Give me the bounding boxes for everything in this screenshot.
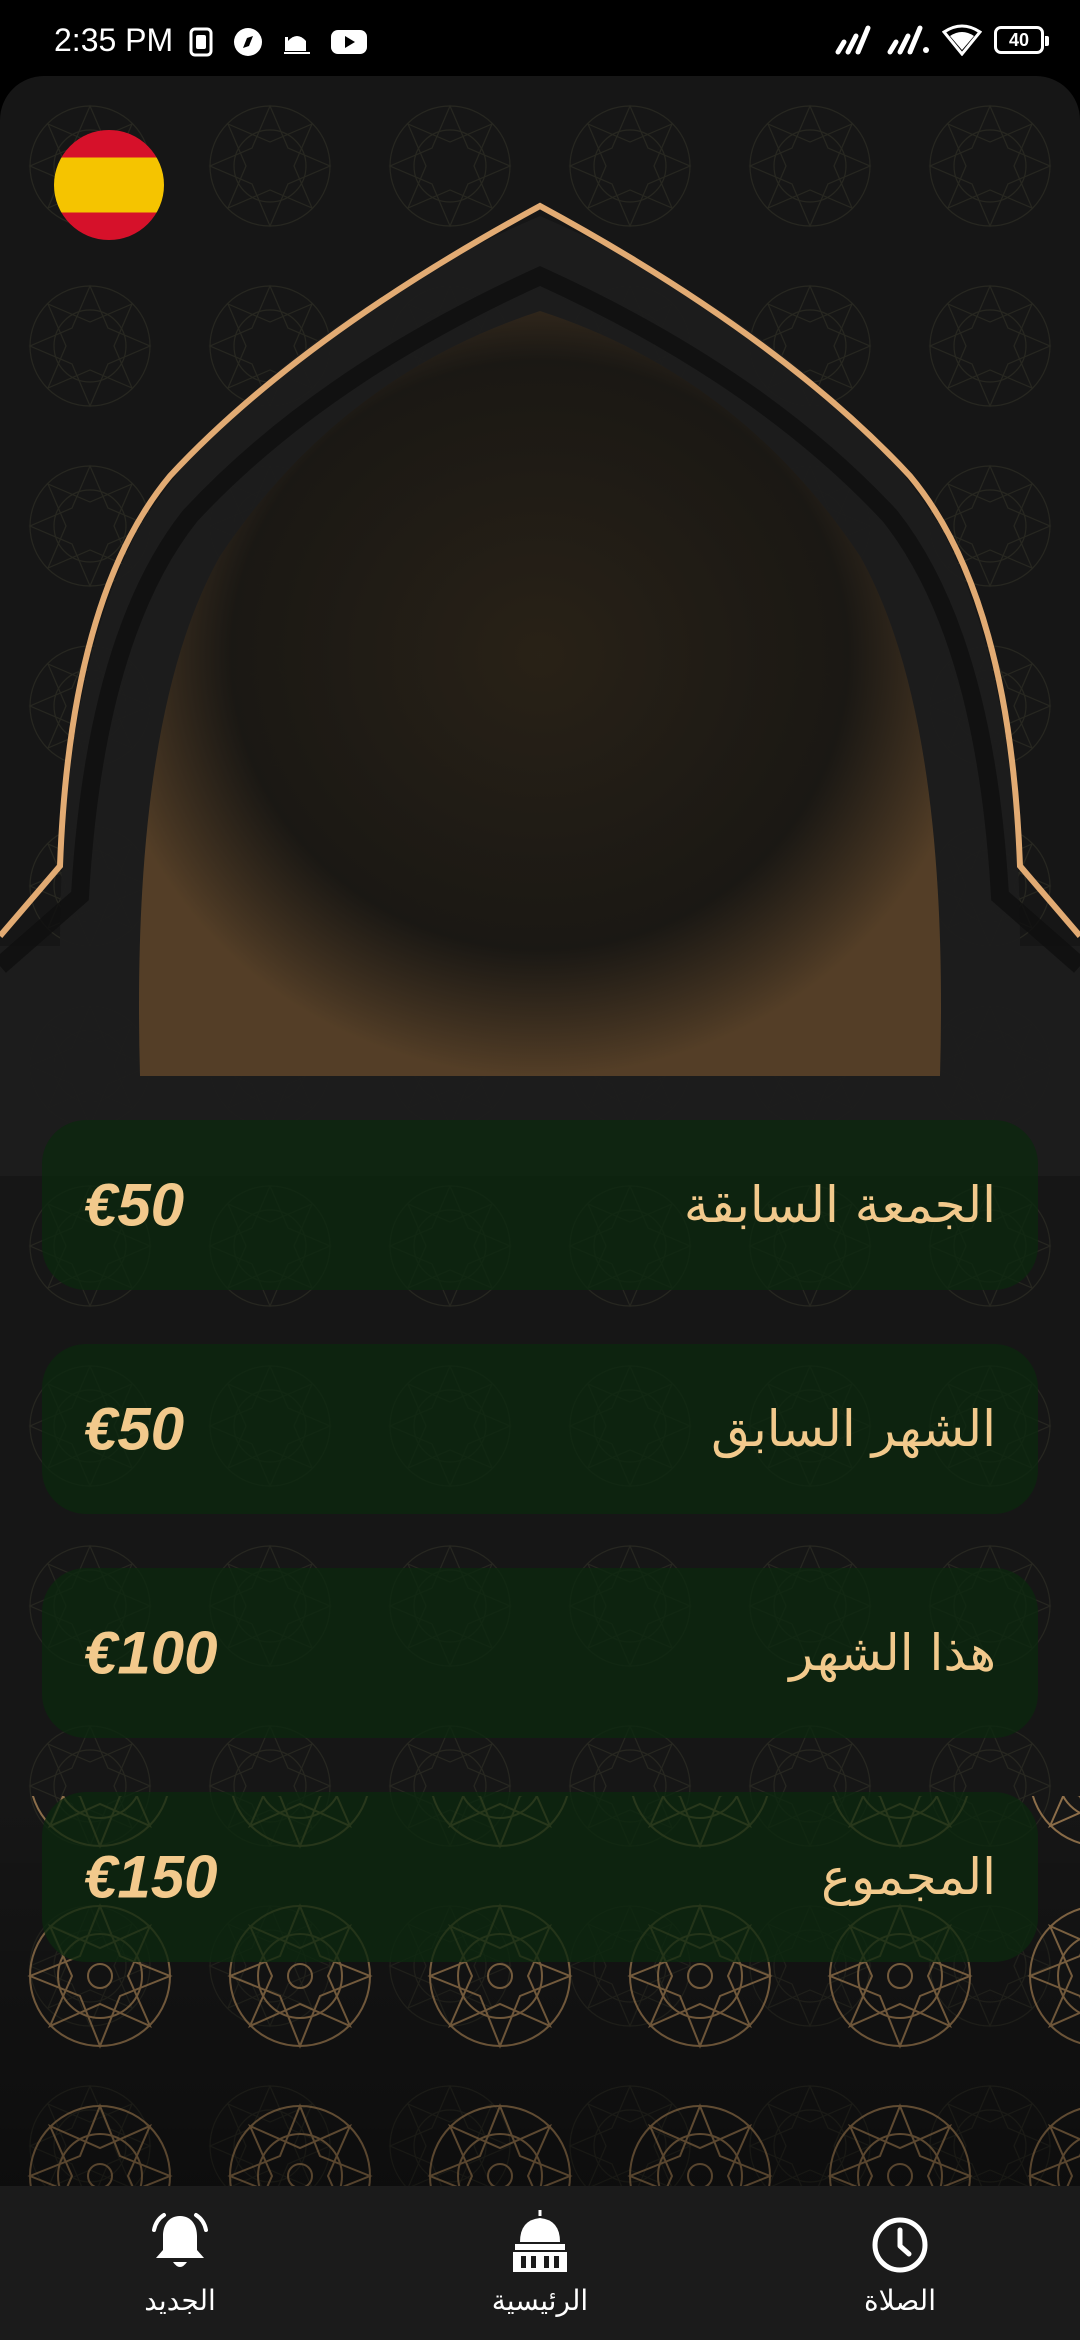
nav-item-home[interactable]: الرئيسية bbox=[440, 2208, 640, 2317]
stat-card-this-month: هذا الشهر €100 bbox=[42, 1568, 1038, 1738]
nav-item-new[interactable]: الجديد bbox=[80, 2208, 280, 2317]
compass-icon bbox=[234, 28, 262, 56]
wifi-icon bbox=[942, 24, 982, 56]
mosque-icon bbox=[513, 2210, 567, 2272]
signal-icon-2 bbox=[887, 25, 929, 55]
signal-icon-1 bbox=[835, 25, 871, 55]
nav-item-prayer[interactable]: الصلاة bbox=[800, 2208, 1000, 2317]
stat-label: الشهر السابق bbox=[711, 1400, 996, 1458]
stat-label: الجمعة السابقة bbox=[683, 1176, 996, 1234]
stat-label: هذا الشهر bbox=[789, 1624, 996, 1682]
battery-icon: 40 bbox=[994, 26, 1049, 54]
system-icons: 40 bbox=[834, 24, 1049, 56]
notification-icons bbox=[188, 26, 368, 58]
stat-card-last-month: الشهر السابق €50 bbox=[42, 1344, 1038, 1514]
nav-label: الرئيسية bbox=[491, 2284, 589, 2317]
nav-label: الجديد bbox=[144, 2284, 216, 2317]
nav-label: الصلاة bbox=[864, 2284, 936, 2317]
spain-flag-icon[interactable] bbox=[54, 130, 164, 240]
stat-value: €100 bbox=[84, 1619, 218, 1687]
donation-stats: الجمعة السابقة €50 الشهر السابق €50 هذا … bbox=[42, 1120, 1038, 2016]
stat-value: €50 bbox=[84, 1395, 185, 1463]
stat-card-total: المجموع €150 bbox=[42, 1792, 1038, 1962]
stat-value: €150 bbox=[84, 1843, 218, 1911]
bell-icon bbox=[152, 2213, 208, 2267]
sim-card-icon bbox=[189, 27, 213, 57]
stat-value: €50 bbox=[84, 1171, 185, 1239]
stat-card-last-friday: الجمعة السابقة €50 bbox=[42, 1120, 1038, 1290]
status-time: 2:35 PM bbox=[54, 22, 174, 58]
status-bar: 2:35 PM 40 bbox=[0, 0, 1080, 76]
mosque-status-icon bbox=[284, 36, 310, 54]
bottom-navigation: الجديد الرئيسية الصلاة bbox=[0, 2186, 1080, 2340]
stat-label: المجموع bbox=[821, 1848, 996, 1906]
youtube-icon bbox=[331, 30, 367, 54]
battery-level: 40 bbox=[1008, 29, 1030, 50]
app-screen: 2:35 PM 40 الجمعة السابقة €50 الشهر السا… bbox=[0, 0, 1080, 2340]
mosque-arch-decoration bbox=[0, 202, 1080, 1176]
clock-icon bbox=[872, 2217, 928, 2273]
main-content: الجمعة السابقة €50 الشهر السابق €50 هذا … bbox=[0, 76, 1080, 2186]
